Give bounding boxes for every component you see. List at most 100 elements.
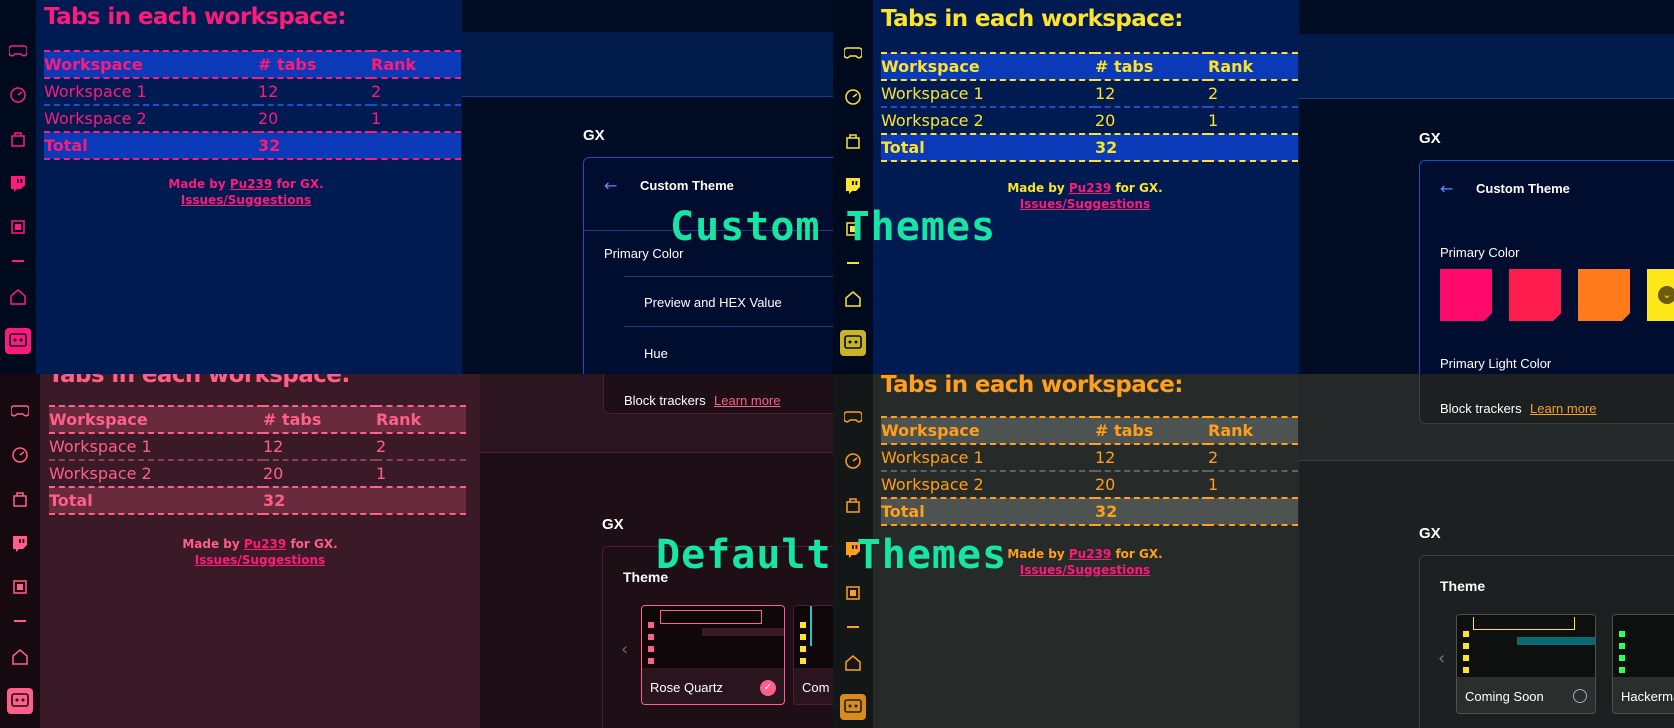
home-icon[interactable] <box>9 288 27 306</box>
back-arrow-icon[interactable]: ← <box>1440 179 1453 198</box>
gx-corner-icon[interactable] <box>7 688 33 714</box>
back-arrow-icon[interactable]: ← <box>604 176 617 195</box>
tabs-widget-panel: Tabs in each workspace: Workspace # tabs… <box>36 0 462 374</box>
header-workspace: Workspace <box>881 421 980 440</box>
shopping-bag-icon[interactable] <box>9 130 27 148</box>
home-icon[interactable] <box>844 290 862 308</box>
workspace-tabs: 12 <box>258 82 279 101</box>
author-link[interactable]: Pu239 <box>1069 181 1111 195</box>
hue-label[interactable]: Hue <box>644 346 668 361</box>
workspace-name: Workspace 2 <box>44 109 147 128</box>
gamepad-icon[interactable] <box>844 44 862 62</box>
table-row: Workspace 1 12 2 <box>881 80 1298 107</box>
workspace-table: Workspace # tabs Rank Workspace 1 12 2 W… <box>49 405 466 515</box>
workspace-tabs: 12 <box>263 437 284 456</box>
sidebar-rail <box>833 0 873 374</box>
workspace-name: Workspace 1 <box>44 82 147 101</box>
speedometer-icon[interactable] <box>9 86 27 104</box>
gx-corner-icon[interactable] <box>840 694 866 720</box>
color-swatch[interactable] <box>1578 269 1630 321</box>
issues-link[interactable]: Issues/Suggestions <box>195 553 325 567</box>
theme-option-partial[interactable]: Hackerma <box>1612 614 1674 714</box>
cpu-icon[interactable] <box>9 218 27 236</box>
divider <box>624 276 833 277</box>
shopping-bag-icon[interactable] <box>11 490 29 508</box>
preview-hex-label[interactable]: Preview and HEX Value <box>644 295 782 310</box>
author-link[interactable]: Pu239 <box>244 537 286 551</box>
sidebar-rail <box>0 374 40 728</box>
settings-page: GX ← Custom Theme Primary Color ⌄ Primar… <box>1299 0 1674 374</box>
workspace-rank: 2 <box>371 82 382 101</box>
preview-sidebar <box>1619 631 1625 637</box>
gx-corner-icon[interactable] <box>840 330 866 356</box>
workspace-table: Workspace # tabs Rank Workspace 1 12 2 W… <box>881 416 1298 526</box>
sidebar-rail <box>0 0 36 374</box>
shopping-bag-icon[interactable] <box>844 496 862 514</box>
gamepad-icon[interactable] <box>844 408 862 426</box>
credit-suffix: for GX. <box>1115 181 1163 195</box>
speedometer-icon[interactable] <box>11 446 29 464</box>
total-value: 32 <box>263 491 286 510</box>
home-icon[interactable] <box>11 648 29 666</box>
gamepad-icon[interactable] <box>11 402 29 420</box>
color-swatch[interactable] <box>1440 269 1492 321</box>
cpu-icon[interactable] <box>11 578 29 596</box>
workspace-name: Workspace 1 <box>881 448 984 467</box>
theme-preview <box>794 606 833 668</box>
learn-more-link[interactable]: Learn more <box>714 393 780 408</box>
block-trackers-card: Block trackers Learn more <box>603 374 833 414</box>
theme-name-coming-soon: Coming Soon <box>1465 689 1544 704</box>
total-label: Total <box>881 138 925 157</box>
preview-sidebar <box>800 622 806 628</box>
preview-bar <box>810 606 812 646</box>
header-rank: Rank <box>371 55 417 74</box>
cpu-icon[interactable] <box>844 584 862 602</box>
shopping-bag-icon[interactable] <box>844 132 862 150</box>
theme-option-coming-soon[interactable]: Coming Soon <box>1456 614 1596 714</box>
custom-theme-card: ← Custom Theme Primary Color ⌄ Primary L… <box>1419 160 1674 374</box>
workspace-rank: 2 <box>1208 84 1219 103</box>
chevron-left-icon[interactable]: ‹ <box>621 639 628 660</box>
gamepad-icon[interactable] <box>9 42 27 60</box>
block-trackers-label: Block trackers <box>1440 401 1522 416</box>
home-icon[interactable] <box>844 654 862 672</box>
table-header-row: Workspace # tabs Rank <box>44 51 461 78</box>
table-row: Workspace 2 20 1 <box>881 471 1298 498</box>
radio-icon[interactable] <box>1573 689 1587 703</box>
speedometer-icon[interactable] <box>844 88 862 106</box>
issues-link[interactable]: Issues/Suggestions <box>1020 563 1150 577</box>
gx-corner-icon[interactable] <box>5 328 31 354</box>
workspace-tabs: 20 <box>263 464 284 483</box>
workspace-tabs: 20 <box>1095 475 1116 494</box>
top-band <box>1299 34 1674 99</box>
color-swatch[interactable] <box>1509 269 1561 321</box>
issues-link[interactable]: Issues/Suggestions <box>181 193 311 207</box>
issues-link[interactable]: Issues/Suggestions <box>1020 197 1150 211</box>
custom-theme-title: Custom Theme <box>1476 181 1570 196</box>
twitch-icon[interactable] <box>844 176 862 194</box>
learn-more-link[interactable]: Learn more <box>1530 401 1596 416</box>
credit-prefix: Made by <box>168 177 226 191</box>
speedometer-icon[interactable] <box>844 452 862 470</box>
credit-text: Made by Pu239 for GX. Issues/Suggestions <box>146 176 346 208</box>
author-link[interactable]: Pu239 <box>1069 547 1111 561</box>
twitch-icon[interactable] <box>11 534 29 552</box>
total-label: Total <box>49 491 93 510</box>
chevron-left-icon[interactable]: ‹ <box>1438 648 1445 669</box>
theme-option-rose-quartz[interactable]: Rose Quartz ✓ <box>641 605 785 705</box>
preview-bar <box>660 610 762 624</box>
tabs-widget-panel: Tabs in each workspace: Workspace # tabs… <box>40 374 480 728</box>
widget-title: Tabs in each workspace: <box>881 374 1183 398</box>
block-trackers-label: Block trackers <box>624 393 706 408</box>
table-header-row: Workspace # tabs Rank <box>49 406 466 433</box>
author-link[interactable]: Pu239 <box>230 177 272 191</box>
overlay-custom-themes: Custom Themes <box>670 204 997 250</box>
block-trackers-card: Block trackers Learn more <box>1419 374 1674 424</box>
section-gx: GX <box>583 127 605 144</box>
total-empty <box>1208 498 1298 525</box>
theme-option-partial[interactable]: Com <box>793 605 833 705</box>
table-row: Workspace 2 20 1 <box>44 105 461 132</box>
total-value: 32 <box>1095 138 1118 157</box>
twitch-icon[interactable] <box>9 174 27 192</box>
workspace-name: Workspace 2 <box>881 111 984 130</box>
